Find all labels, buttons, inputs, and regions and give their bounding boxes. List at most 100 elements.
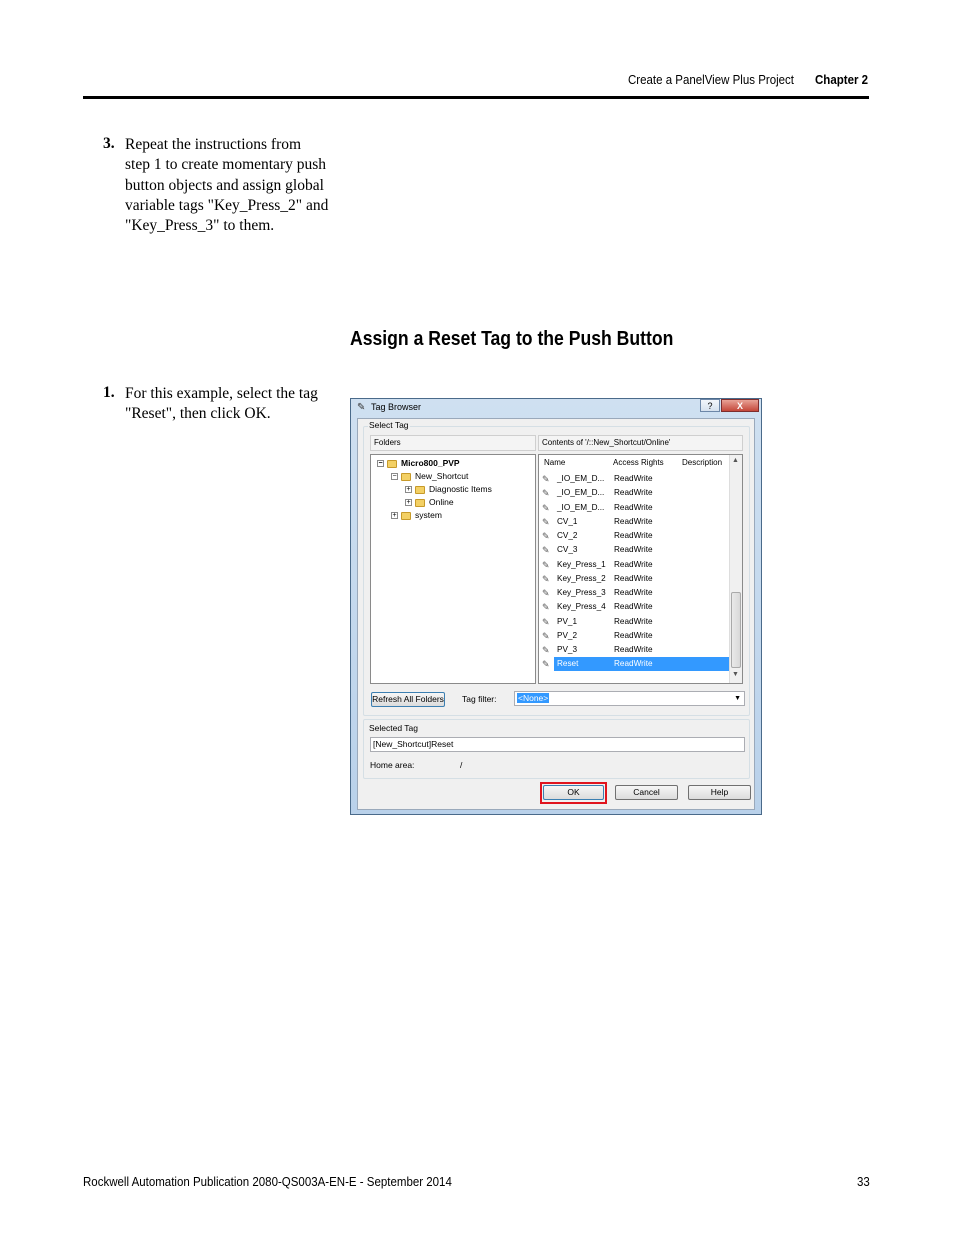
column-header-name[interactable]: Name <box>544 455 565 471</box>
tag-row[interactable]: ✎ Reset ReadWrite <box>542 657 730 672</box>
tag-icon: ✎ <box>542 474 550 484</box>
tag-icon: ✎ <box>542 616 550 627</box>
folder-icon <box>415 485 425 494</box>
step-3-number: 3. <box>103 135 115 152</box>
tag-name: Key_Press_3 <box>557 588 606 597</box>
tree-node-micro800[interactable]: − Micro800_PVP <box>377 457 460 469</box>
tag-list[interactable]: Name Access Rights Description ✎ _IO_EM_D… <box>538 454 743 684</box>
home-area-value: / <box>460 760 463 770</box>
collapse-icon[interactable]: − <box>391 473 398 481</box>
tag-row[interactable]: ✎ _IO_EM_D... ReadWrite <box>542 472 730 486</box>
help-button[interactable]: Help <box>688 785 751 800</box>
tag-name: PV_1 <box>557 616 578 626</box>
contents-header: Contents of '/::New_Shortcut/Online' <box>538 435 743 451</box>
select-tag-label: Select Tag <box>368 420 410 430</box>
footer-publication: Rockwell Automation Publication 2080-QS0… <box>83 1175 452 1189</box>
step-3-text: Repeat the instructions from step 1 to c… <box>125 135 355 236</box>
tag-access-rights: ReadWrite <box>614 502 653 512</box>
tree-node-online[interactable]: + Online <box>405 496 454 508</box>
tag-row[interactable]: ✎ PV_3 ReadWrite <box>542 643 730 657</box>
tag-row[interactable]: ✎ CV_1 ReadWrite <box>542 515 730 529</box>
tag-access-rights: ReadWrite <box>614 645 653 654</box>
tree-node-label: Micro800_PVP <box>401 458 460 468</box>
tag-access-rights: ReadWrite <box>614 616 653 626</box>
tree-node-label: Online <box>429 497 454 507</box>
tag-icon: ✎ <box>542 659 550 670</box>
selected-tag-label: Selected Tag <box>368 723 419 733</box>
refresh-all-folders-button[interactable]: Refresh All Folders <box>371 692 445 707</box>
tag-name: CV_1 <box>557 516 578 526</box>
tag-row[interactable]: ✎ CV_2 ReadWrite <box>542 529 730 543</box>
scroll-down-icon[interactable]: ▼ <box>732 671 739 678</box>
dialog-help-button[interactable]: ? <box>700 399 720 412</box>
tag-name: Key_Press_4 <box>557 602 606 612</box>
header-rule <box>83 96 869 99</box>
tag-name: CV_3 <box>557 545 578 555</box>
tag-row[interactable]: ✎ Key_Press_2 ReadWrite <box>542 572 730 586</box>
tag-icon: ✎ <box>542 630 550 641</box>
tag-icon: ✎ <box>542 559 550 570</box>
step-1-line: For this example, select the tag <box>125 385 318 402</box>
tag-access-rights: ReadWrite <box>614 630 653 640</box>
tag-row[interactable]: ✎ Key_Press_1 ReadWrite <box>542 558 730 572</box>
folder-icon <box>387 459 397 468</box>
folders-header: Folders <box>370 435 536 451</box>
tag-access-rights: ReadWrite <box>614 545 653 555</box>
tree-node-new-shortcut[interactable]: − New_Shortcut <box>391 470 468 482</box>
tag-name: PV_3 <box>557 645 578 654</box>
tree-node-diagnostic-items[interactable]: + Diagnostic Items <box>405 483 492 495</box>
tag-row[interactable]: ✎ _IO_EM_D... ReadWrite <box>542 486 730 500</box>
tree-node-system[interactable]: + system <box>391 509 442 521</box>
dropdown-arrow-icon[interactable]: ▼ <box>734 692 741 705</box>
cancel-button[interactable]: Cancel <box>615 785 678 800</box>
selected-tag-field[interactable]: [New_Shortcut]Reset <box>370 737 745 752</box>
tree-node-label: New_Shortcut <box>415 471 469 481</box>
tag-access-rights: ReadWrite <box>614 659 653 669</box>
step-3-line: "Key_Press_3" to them. <box>125 217 275 235</box>
tag-browser-dialog: ✎ Tag Browser ? X Select Tag Folders Con… <box>350 398 762 815</box>
running-header-chapter: Chapter 2 <box>815 73 869 87</box>
expand-icon[interactable]: + <box>405 499 412 507</box>
folder-tree[interactable]: − Micro800_PVP − New_Shortcut + Diagnostic … <box>370 454 536 684</box>
ok-button[interactable]: OK <box>543 785 604 800</box>
tag-icon: ✎ <box>542 545 550 556</box>
tag-icon: ✎ <box>542 516 550 527</box>
section-heading: Assign a Reset Tag to the Push Button <box>350 328 674 350</box>
tag-row[interactable]: ✎ CV_3 ReadWrite <box>542 543 730 557</box>
tag-filter-value: <None> <box>517 693 550 703</box>
scroll-up-icon[interactable]: ▲ <box>732 457 739 464</box>
tag-icon: ✎ <box>542 588 550 598</box>
folder-icon <box>401 511 411 520</box>
expand-icon[interactable]: + <box>405 486 412 494</box>
tag-icon: ✎ <box>542 502 550 513</box>
tag-icon: ✎ <box>542 602 550 613</box>
tag-name: Reset <box>557 659 579 669</box>
step-1-number: 1. <box>103 384 115 401</box>
tag-row[interactable]: ✎ _IO_EM_D... ReadWrite <box>542 501 730 515</box>
tag-row[interactable]: ✎ Key_Press_3 ReadWrite <box>542 586 730 600</box>
step-1-text: For this example, select the tag "Reset"… <box>125 384 350 425</box>
column-header-access-rights[interactable]: Access Rights <box>613 455 664 471</box>
tag-row[interactable]: ✎ PV_1 ReadWrite <box>542 615 730 629</box>
step-3-line: button objects and assign global <box>125 176 324 194</box>
tag-access-rights: ReadWrite <box>614 531 653 540</box>
tag-row[interactable]: ✎ PV_2 ReadWrite <box>542 629 730 643</box>
collapse-icon[interactable]: − <box>377 460 384 468</box>
vertical-scrollbar[interactable]: ▲ ▼ <box>729 455 742 683</box>
tag-name: Key_Press_1 <box>557 559 606 569</box>
tag-access-rights: ReadWrite <box>614 559 653 569</box>
tag-filter-select[interactable]: <None> ▼ <box>514 691 745 706</box>
scrollbar-thumb[interactable] <box>731 592 741 668</box>
dialog-close-button[interactable]: X <box>721 399 759 412</box>
column-header-description[interactable]: Description <box>682 455 722 471</box>
tag-filter-label: Tag filter: <box>462 694 497 704</box>
step-3-line: step 1 to create momentary push <box>125 156 327 174</box>
expand-icon[interactable]: + <box>391 512 398 520</box>
tag-icon: ✎ <box>542 573 550 584</box>
tag-icon: ✎ <box>542 645 550 655</box>
tag-access-rights: ReadWrite <box>614 474 653 483</box>
tag-row[interactable]: ✎ Key_Press_4 ReadWrite <box>542 600 730 614</box>
tag-access-rights: ReadWrite <box>614 573 653 583</box>
tag-access-rights: ReadWrite <box>614 602 653 612</box>
tag-name: _IO_EM_D... <box>557 474 605 483</box>
